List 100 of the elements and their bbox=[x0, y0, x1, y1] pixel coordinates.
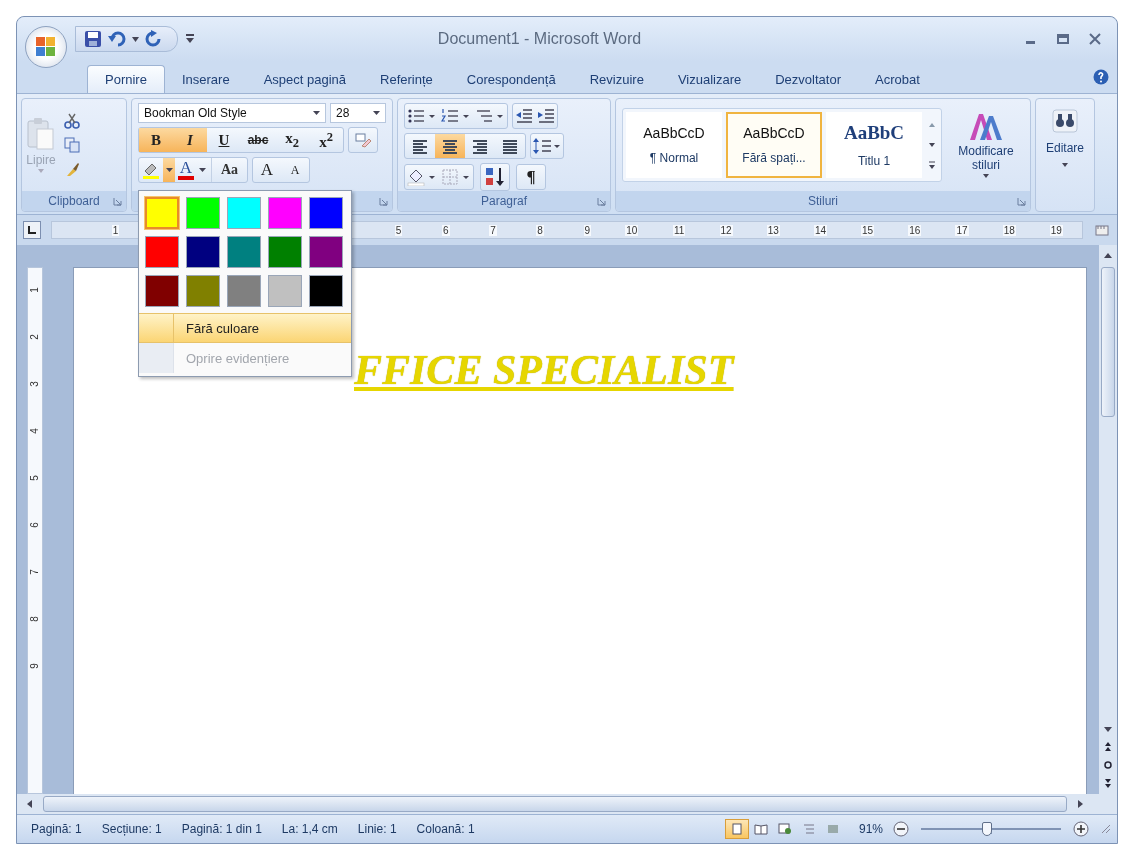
format-button[interactable]: x$_{2}$ bbox=[275, 128, 309, 152]
color-swatch[interactable] bbox=[268, 275, 302, 307]
view-icon bbox=[729, 823, 744, 835]
browse-object-icon[interactable] bbox=[1101, 758, 1115, 772]
caret-icon bbox=[313, 111, 320, 115]
undo-icon[interactable] bbox=[108, 30, 126, 48]
color-swatch[interactable] bbox=[186, 197, 220, 229]
office-button[interactable] bbox=[25, 26, 67, 68]
ruler-number: 2 bbox=[29, 334, 41, 340]
ruler-number: 9 bbox=[29, 663, 41, 669]
color-swatch[interactable] bbox=[145, 197, 179, 229]
ruler-number: 18 bbox=[1002, 224, 1016, 236]
color-swatch[interactable] bbox=[145, 275, 179, 307]
change-styles-button[interactable]: Modificare stiluri bbox=[948, 112, 1024, 178]
caret-icon[interactable] bbox=[199, 168, 206, 172]
zoom-in-icon[interactable] bbox=[1073, 821, 1089, 837]
customize-icon[interactable] bbox=[186, 34, 194, 44]
format-button[interactable]: x$^{2}$ bbox=[309, 128, 343, 152]
style-tile[interactable]: AaBbCcD Fără spați... bbox=[726, 112, 822, 178]
color-swatch[interactable] bbox=[268, 236, 302, 268]
ribbon-tab[interactable]: Dezvoltator bbox=[758, 65, 858, 93]
save-icon[interactable] bbox=[84, 30, 102, 48]
format-button[interactable]: I bbox=[173, 128, 207, 152]
format-painter-icon[interactable] bbox=[64, 161, 80, 177]
dialog-launcher-icon[interactable] bbox=[1017, 197, 1026, 206]
scroll-thumb[interactable] bbox=[43, 796, 1067, 812]
style-tile[interactable]: AaBbC Titlu 1 bbox=[826, 112, 922, 178]
slider-thumb[interactable] bbox=[981, 822, 992, 836]
grow-font-button[interactable]: A bbox=[253, 158, 281, 182]
ribbon-tab[interactable]: Aspect pagină bbox=[246, 65, 364, 93]
sort-icon[interactable] bbox=[480, 163, 510, 191]
color-swatch[interactable] bbox=[268, 197, 302, 229]
change-case-button[interactable]: Aa bbox=[211, 158, 247, 182]
color-swatch[interactable] bbox=[186, 275, 220, 307]
status-item: La: 1,4 cm bbox=[281, 822, 338, 836]
caret-icon bbox=[1062, 163, 1068, 167]
help-icon[interactable] bbox=[1093, 69, 1109, 85]
ruler-number: 6 bbox=[441, 224, 450, 236]
font-size-field[interactable]: 28 bbox=[330, 103, 386, 123]
format-button[interactable]: U bbox=[207, 128, 241, 152]
style-tile[interactable]: AaBbCcD ¶ Normal bbox=[626, 112, 722, 178]
ribbon-tab[interactable]: Acrobat bbox=[858, 65, 937, 93]
scroll-thumb[interactable] bbox=[1101, 267, 1115, 417]
cut-icon[interactable] bbox=[64, 113, 80, 129]
ribbon-tab[interactable]: Referințe bbox=[363, 65, 450, 93]
align-button[interactable] bbox=[435, 134, 465, 158]
ruler-number: 10 bbox=[625, 224, 639, 236]
ribbon-tab[interactable]: Vizualizare bbox=[660, 65, 759, 93]
copy-icon[interactable] bbox=[64, 137, 80, 153]
zoom-level[interactable]: 91% bbox=[858, 822, 883, 836]
clear-formatting-button[interactable] bbox=[348, 127, 378, 153]
shading-icon[interactable] bbox=[407, 168, 437, 186]
format-button[interactable]: B bbox=[139, 128, 173, 152]
ruler-number: 1 bbox=[29, 287, 41, 293]
shrink-font-button[interactable]: A bbox=[281, 158, 309, 182]
dialog-launcher-icon[interactable] bbox=[113, 197, 122, 206]
color-swatch[interactable] bbox=[309, 197, 343, 229]
color-swatch[interactable] bbox=[309, 236, 343, 268]
ribbon-tab[interactable]: Pornire bbox=[87, 65, 165, 93]
resize-grip-icon[interactable] bbox=[1101, 824, 1111, 834]
color-swatch[interactable] bbox=[309, 275, 343, 307]
tab-selector-button[interactable] bbox=[23, 221, 41, 239]
menu-item[interactable]: Fără culoare bbox=[139, 313, 351, 343]
ribbon-tab[interactable]: Revizuire bbox=[572, 65, 661, 93]
color-swatch[interactable] bbox=[186, 236, 220, 268]
redo-icon[interactable] bbox=[145, 30, 163, 48]
font-color-button[interactable]: A bbox=[175, 158, 197, 182]
ruler-number: 15 bbox=[861, 224, 875, 236]
ribbon-tab[interactable]: Inserare bbox=[164, 65, 247, 93]
bullets-icon[interactable] bbox=[407, 107, 437, 125]
color-swatch[interactable] bbox=[227, 197, 261, 229]
group-label: Paragraf bbox=[481, 194, 527, 208]
editing-button[interactable]: Editare bbox=[1036, 99, 1094, 211]
show-marks-button[interactable]: ¶ bbox=[516, 164, 546, 190]
ruler-number: 8 bbox=[29, 616, 41, 622]
align-icon bbox=[501, 138, 519, 154]
dialog-launcher-icon[interactable] bbox=[597, 197, 606, 206]
view-button[interactable] bbox=[724, 819, 749, 839]
zoom-out-icon[interactable] bbox=[893, 821, 909, 837]
status-item: Coloană: 1 bbox=[416, 822, 475, 836]
color-swatch[interactable] bbox=[145, 236, 179, 268]
color-swatch[interactable] bbox=[227, 236, 261, 268]
dialog-launcher-icon[interactable] bbox=[379, 197, 388, 206]
font-name-field[interactable]: Bookman Old Style bbox=[138, 103, 326, 123]
ruler-number: 17 bbox=[955, 224, 969, 236]
ruler-number: 8 bbox=[536, 224, 544, 236]
ribbon-tab[interactable]: Corespondență bbox=[449, 65, 573, 93]
decrease-indent-icon[interactable] bbox=[515, 107, 533, 125]
format-button[interactable]: abc bbox=[241, 128, 275, 152]
zoom-slider[interactable] bbox=[921, 821, 1061, 837]
increase-indent-icon[interactable] bbox=[537, 107, 555, 125]
close-icon[interactable] bbox=[1089, 33, 1101, 45]
ruler-number: 4 bbox=[29, 428, 41, 434]
color-swatch[interactable] bbox=[227, 275, 261, 307]
multilevel-list-icon[interactable] bbox=[475, 107, 505, 125]
caret-icon[interactable] bbox=[132, 36, 139, 42]
caret-icon bbox=[373, 111, 380, 115]
line-spacing-icon[interactable] bbox=[533, 137, 561, 155]
numbering-icon[interactable] bbox=[441, 107, 471, 125]
maximize-icon[interactable] bbox=[1057, 33, 1069, 45]
